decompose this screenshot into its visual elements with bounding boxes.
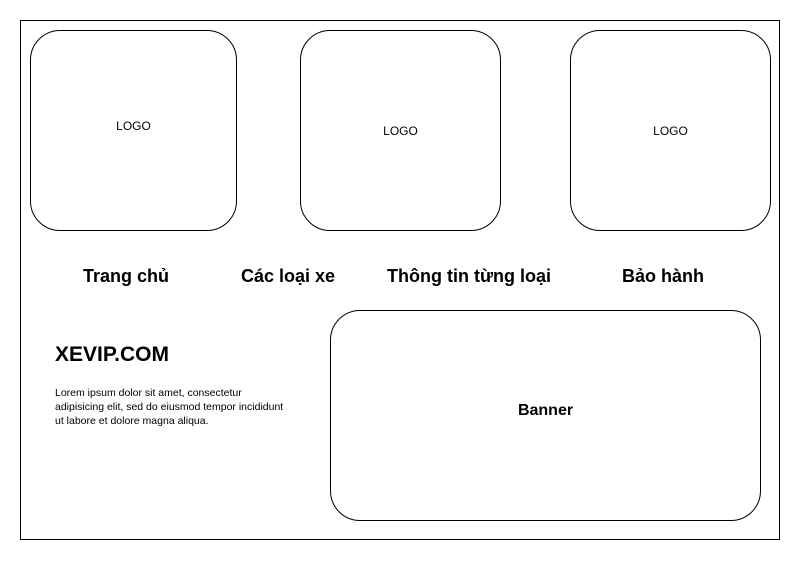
nav-item-home[interactable]: Trang chủ (83, 264, 169, 288)
logo-label: LOGO (116, 118, 151, 133)
banner-placeholder[interactable]: Banner (330, 310, 761, 521)
logo-placeholder-3[interactable]: LOGO (570, 30, 771, 231)
banner-label: Banner (517, 401, 574, 419)
site-title: XEVIP.COM (55, 343, 169, 366)
logo-label: LOGO (653, 123, 688, 138)
logo-placeholder-1[interactable]: LOGO (30, 30, 237, 231)
site-description: Lorem ipsum dolor sit amet, consectetur … (55, 387, 284, 427)
nav-item-type-details[interactable]: Thông tin từng loại (387, 264, 551, 288)
nav-item-vehicle-types[interactable]: Các loại xe (241, 264, 335, 288)
logo-placeholder-2[interactable]: LOGO (300, 30, 501, 231)
logo-label: LOGO (383, 123, 418, 138)
nav-item-warranty[interactable]: Bảo hành (622, 264, 704, 288)
